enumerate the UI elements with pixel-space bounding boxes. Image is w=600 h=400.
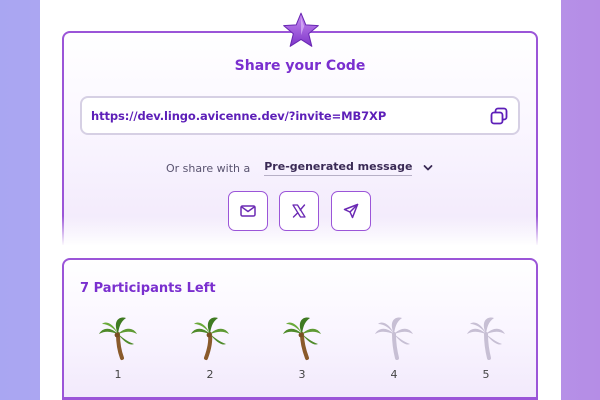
participant-number: 3 bbox=[298, 368, 306, 381]
palm-tree-outline-icon bbox=[467, 317, 505, 360]
palm-tree-outline-icon bbox=[375, 317, 413, 360]
participant-number: 4 bbox=[390, 368, 398, 381]
palm-tree-icon bbox=[283, 317, 321, 360]
palm-tree-icon bbox=[191, 317, 229, 360]
share-x-button[interactable] bbox=[279, 191, 319, 231]
participant-slot: 3 bbox=[278, 312, 326, 381]
message-type-value: Pre-generated message bbox=[264, 160, 413, 176]
palm-tree-icon bbox=[99, 317, 137, 360]
participants-left-title: 7 Participants Left bbox=[80, 281, 216, 296]
x-logo-icon bbox=[292, 204, 306, 218]
share-with-label: Or share with a bbox=[166, 161, 251, 175]
star-icon bbox=[283, 12, 319, 47]
mail-icon bbox=[240, 205, 256, 217]
chevron-down-icon bbox=[424, 165, 433, 171]
share-method-row: Or share with a Pre-generated message bbox=[166, 160, 434, 176]
participant-number: 1 bbox=[114, 368, 122, 381]
copy-icon[interactable] bbox=[489, 106, 509, 126]
invite-link-text: https://dev.lingo.avicenne.dev/?invite=M… bbox=[91, 108, 387, 123]
participant-number: 5 bbox=[482, 368, 490, 381]
participant-slot: 2 bbox=[186, 312, 234, 381]
share-send-button[interactable] bbox=[331, 191, 371, 231]
participant-slot: 1 bbox=[94, 312, 142, 381]
participant-slot: 4 bbox=[370, 312, 418, 381]
participants-card: 7 Participants Left 1 2 3 4 5 bbox=[62, 258, 538, 400]
participant-slot: 5 bbox=[462, 312, 510, 381]
share-code-title: Share your Code bbox=[234, 58, 366, 74]
message-type-select[interactable]: Pre-generated message bbox=[264, 160, 434, 176]
participant-number: 2 bbox=[206, 368, 214, 381]
send-icon bbox=[343, 203, 359, 219]
invite-link-field[interactable]: https://dev.lingo.avicenne.dev/?invite=M… bbox=[80, 96, 520, 135]
share-email-button[interactable] bbox=[228, 191, 268, 231]
